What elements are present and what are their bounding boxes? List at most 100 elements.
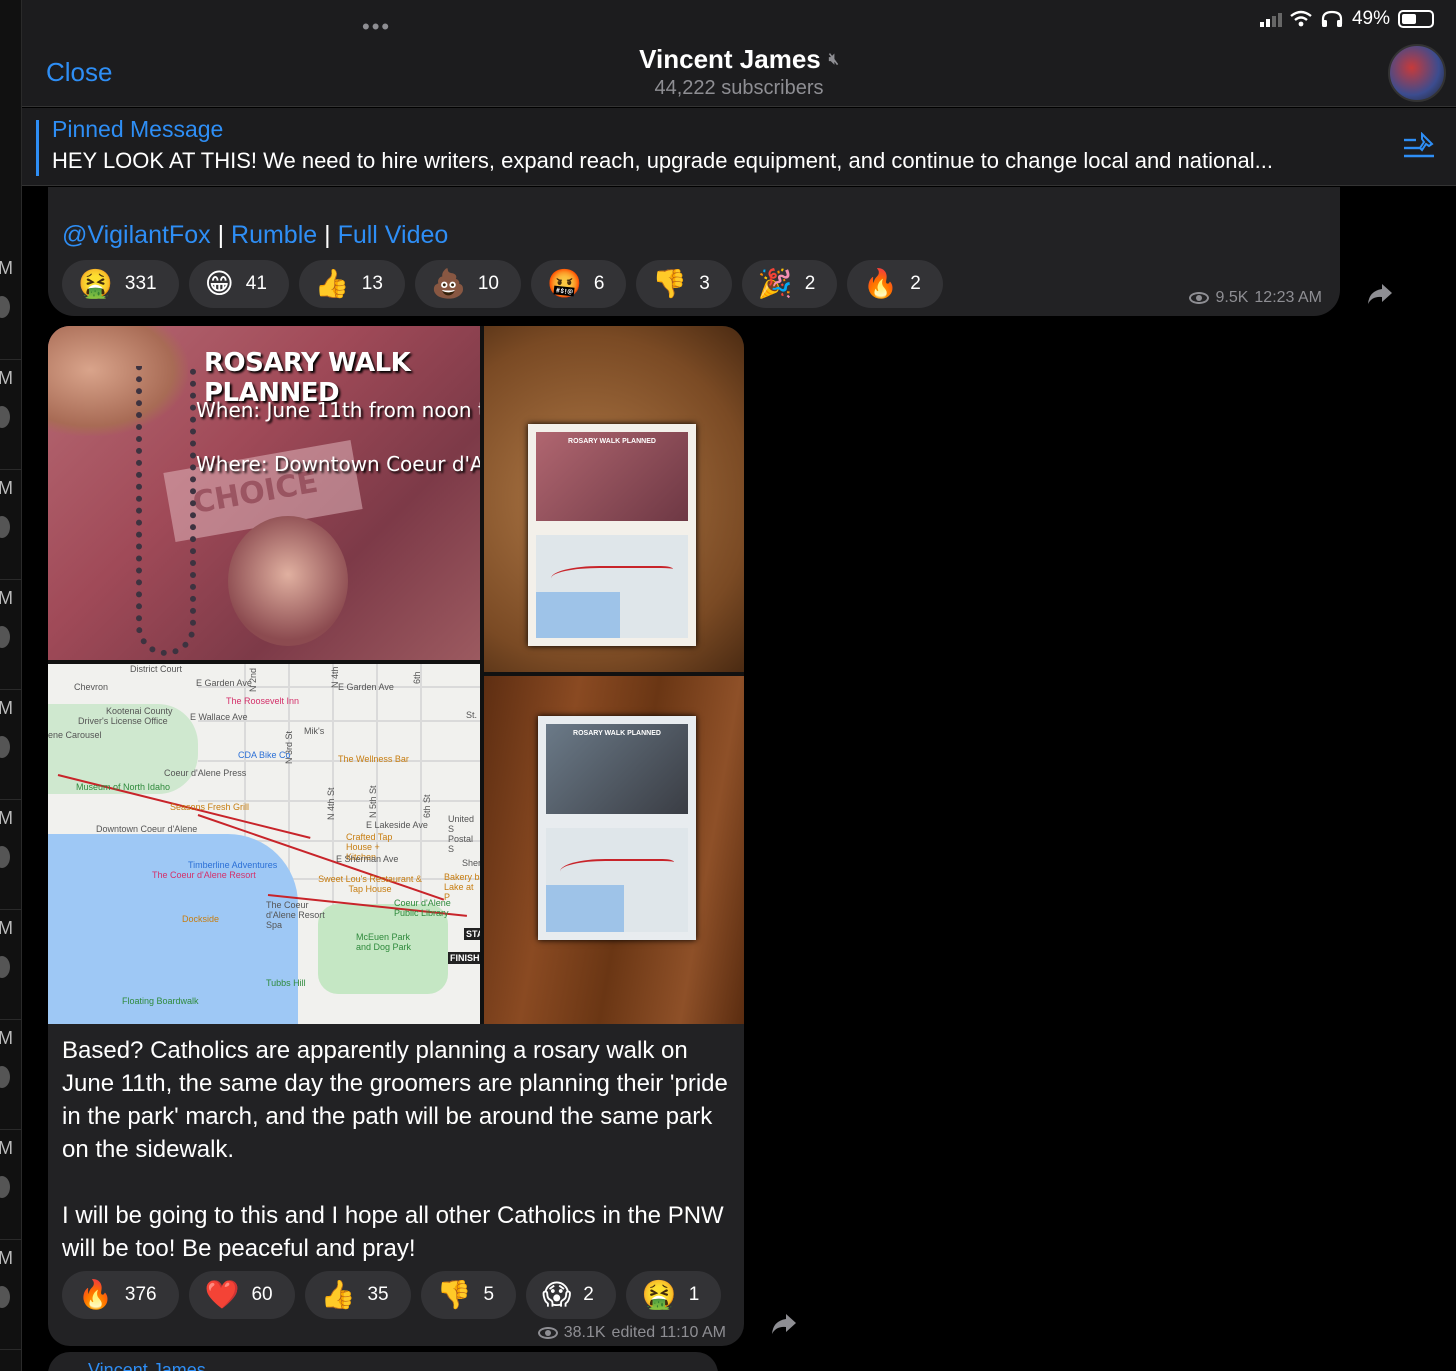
reaction-count: 2 xyxy=(583,1284,594,1305)
next-message-sender: Vincent James xyxy=(88,1360,206,1371)
map-label: CDA Bike Co xyxy=(238,750,291,760)
background-row-marker: M xyxy=(0,918,13,938)
subscriber-count: 44,222 subscribers xyxy=(654,77,824,99)
background-row-avatar xyxy=(0,516,10,538)
reaction-count: 6 xyxy=(593,273,605,294)
share-arrow-icon[interactable] xyxy=(770,1312,798,1336)
share-arrow-icon[interactable] xyxy=(1366,282,1394,306)
background-row: M xyxy=(0,250,22,360)
reaction-thumbs-down[interactable]: 👎 3 xyxy=(636,260,732,308)
reaction-count: 2 xyxy=(910,273,921,294)
pinned-indicator xyxy=(36,120,39,176)
channel-title-block[interactable]: Vincent James 🔇︎ 44,222 subscribers xyxy=(22,44,1456,100)
reaction-count: 10 xyxy=(477,273,499,294)
lake-bay-area xyxy=(188,934,258,1024)
reaction-list: 🔥 376 ❤️ 60 👍 35 👎 5 😱 2 🤮 1 xyxy=(62,1271,722,1319)
fire-emoji-icon: 🔥 xyxy=(863,268,899,299)
map-label: Kootenai County xyxy=(106,706,173,716)
pinned-list-icon[interactable] xyxy=(1402,132,1436,162)
message-bubble[interactable]: @VigilantFox | Rumble | Full Video 🤮 331 … xyxy=(48,187,1340,316)
map-label: N 5th St xyxy=(368,785,378,818)
wood-table-flyer-photo[interactable]: ROSARY WALK PLANNED xyxy=(484,676,744,1024)
reaction-thumbs-up[interactable]: 👍 35 xyxy=(304,1271,411,1319)
headphones-icon xyxy=(1321,10,1343,27)
map-label: Coeur d'Alene Press xyxy=(164,768,247,778)
poster-when: When: June 11th from noon to 3p xyxy=(196,398,480,422)
reaction-count: 13 xyxy=(361,273,383,294)
cursing-emoji-icon: 🤬 xyxy=(546,268,582,299)
rumble-link[interactable]: Rumble xyxy=(231,221,317,249)
map-label: Chevron xyxy=(74,682,109,692)
vigilantfox-link[interactable]: @VigilantFox xyxy=(62,221,211,249)
route-map-image[interactable]: District Court Chevron E Garden Ave E Ga… xyxy=(48,664,480,1024)
background-row-marker: M xyxy=(0,368,13,388)
map-label: The Wellness Bar xyxy=(338,754,409,764)
reaction-heart[interactable]: ❤️ 60 xyxy=(188,1271,295,1319)
status-bar: 49% xyxy=(1259,8,1434,30)
reaction-count: 35 xyxy=(367,1284,389,1305)
background-row-avatar xyxy=(0,626,10,648)
message-time: edited 11:10 AM xyxy=(611,1324,726,1341)
flyer-paper: ROSARY WALK PLANNED xyxy=(528,424,696,646)
scream-emoji-icon: 😱 xyxy=(542,1279,572,1310)
sheet-grabber-icon[interactable]: ••• xyxy=(362,14,391,40)
message-bubble[interactable]: CHOICE ROSARY WALK PLANNED When: June 11… xyxy=(48,326,744,1346)
reaction-count: 331 xyxy=(124,273,157,294)
reaction-poop[interactable]: 💩 10 xyxy=(414,260,521,308)
reaction-vomit[interactable]: 🤮 331 xyxy=(62,260,179,308)
background-row-marker: M xyxy=(0,808,13,828)
battery-icon xyxy=(1398,10,1434,28)
corkboard-flyer-photo[interactable]: ROSARY WALK PLANNED xyxy=(484,326,744,672)
reaction-fire[interactable]: 🔥 376 xyxy=(62,1271,179,1319)
header-bar: ••• 49% Close Vincent James 🔇︎ 44,222 su… xyxy=(22,0,1456,107)
reaction-scream[interactable]: 😱 2 xyxy=(526,1271,616,1319)
reaction-count: 1 xyxy=(688,1284,700,1305)
background-row: M xyxy=(0,1240,22,1350)
message-meta: 9.5K 12:23 AM xyxy=(1189,289,1322,307)
background-row-marker: M xyxy=(0,258,13,278)
map-label: Timberline Adventures xyxy=(188,860,278,870)
signal-icon xyxy=(1259,11,1282,27)
map-label: Mik's xyxy=(304,726,325,736)
reaction-cursing[interactable]: 🤬 6 xyxy=(530,260,627,308)
reaction-fire[interactable]: 🔥 2 xyxy=(847,260,943,308)
reaction-count: 60 xyxy=(251,1284,273,1305)
channel-avatar[interactable] xyxy=(1388,44,1446,102)
pinned-message-bar[interactable]: Pinned Message HEY LOOK AT THIS! We need… xyxy=(22,108,1456,186)
map-label: The Coeur d'Alene Resort xyxy=(152,870,256,880)
rosary-walk-poster-image[interactable]: CHOICE ROSARY WALK PLANNED When: June 11… xyxy=(48,326,480,660)
background-row: M xyxy=(0,800,22,910)
start-marker: STA xyxy=(464,928,480,940)
wifi-icon xyxy=(1290,10,1312,27)
battery-level xyxy=(1402,14,1416,24)
flyer-title: ROSARY WALK PLANNED xyxy=(573,730,661,737)
background-row: M xyxy=(0,1130,22,1240)
reaction-count: 3 xyxy=(699,273,710,294)
map-label: United S Postal S xyxy=(448,814,475,854)
rosary-graphic xyxy=(136,366,196,656)
map-label: Seasons Fresh Grill xyxy=(170,802,250,812)
full-video-link[interactable]: Full Video xyxy=(338,221,449,249)
map-label: N 4th xyxy=(330,666,340,688)
next-message-bubble[interactable]: Vincent James xyxy=(48,1352,718,1371)
reaction-vomit[interactable]: 🤮 1 xyxy=(625,1271,722,1319)
reaction-thumbs-down[interactable]: 👎 5 xyxy=(420,1271,517,1319)
background-row: M xyxy=(0,470,22,580)
flyer-map-thumb xyxy=(536,535,688,638)
reaction-thumbs-up[interactable]: 👍 13 xyxy=(298,260,405,308)
map-label: ene Carousel xyxy=(48,730,102,740)
background-row: M xyxy=(0,360,22,470)
background-row-avatar xyxy=(0,846,10,868)
reaction-count: 41 xyxy=(245,273,267,294)
map-label: E Sherman Ave xyxy=(336,854,399,864)
map-label: E Lakeside Ave xyxy=(366,820,428,830)
reaction-party[interactable]: 🎉 2 xyxy=(741,260,838,308)
poop-emoji-icon: 💩 xyxy=(430,268,466,299)
reaction-grin[interactable]: 😁 41 xyxy=(188,260,289,308)
reaction-count: 5 xyxy=(483,1284,495,1305)
background-row-marker: M xyxy=(0,478,13,498)
map-label: Sher xyxy=(462,858,480,868)
flyer-poster-thumb: ROSARY WALK PLANNED xyxy=(546,724,688,814)
flyer-title: ROSARY WALK PLANNED xyxy=(568,438,656,445)
background-row-marker: M xyxy=(0,698,13,718)
